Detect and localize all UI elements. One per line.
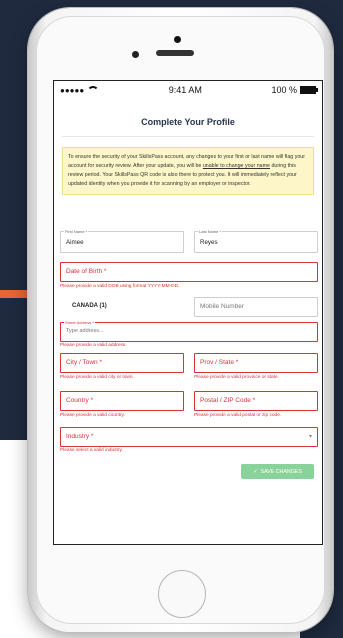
status-bar: ●●●●● 9:41 AM 100 % xyxy=(54,81,322,99)
postal-code-error: Please provide a valid postal or zip cod… xyxy=(194,413,282,418)
security-notice: To ensure the security of your SkillsPas… xyxy=(62,147,314,195)
mobile-number-field[interactable]: Mobile Number xyxy=(194,297,318,317)
first-name-value: Aimee xyxy=(66,239,84,246)
signal-icon: ●●●●● xyxy=(60,85,85,95)
street-address-error: Please provide a valid address. xyxy=(60,343,127,348)
street-address-placeholder: Type address... xyxy=(66,328,104,334)
sensor-icon xyxy=(132,51,139,58)
checkmark-icon: ✓ xyxy=(253,468,258,475)
first-name-label: First Name * xyxy=(64,229,89,234)
industry-placeholder: Industry * xyxy=(66,433,94,440)
battery-icon xyxy=(299,86,318,94)
dob-placeholder: Date of Birth * xyxy=(66,268,107,275)
home-button[interactable] xyxy=(158,570,206,618)
street-address-field[interactable]: Street Address * Type address... xyxy=(60,320,318,342)
postal-code-field[interactable]: Postal / ZIP Code * xyxy=(194,391,318,411)
last-name-value: Reyes xyxy=(200,239,218,246)
chevron-down-icon: ▾ xyxy=(308,434,312,440)
save-changes-button[interactable]: ✓ SAVE CHANGES xyxy=(241,464,314,479)
first-name-field[interactable]: First Name * Aimee xyxy=(60,229,184,253)
country-field[interactable]: Country * xyxy=(60,391,184,411)
industry-select[interactable]: Industry * ▾ xyxy=(60,427,318,447)
save-changes-label: SAVE CHANGES xyxy=(260,468,302,475)
title-divider xyxy=(62,136,314,137)
city-error: Please provide a valid city or town. xyxy=(60,375,134,380)
speaker-grille xyxy=(156,50,194,56)
country-error: Please provide a valid country. xyxy=(60,413,125,418)
country-code-select[interactable]: CANADA (1) xyxy=(72,303,107,309)
prov-state-error: Please provide a valid province or state… xyxy=(194,375,280,380)
wifi-icon xyxy=(87,86,100,94)
phone-screen: ●●●●● 9:41 AM 100 % Complete Your Profil… xyxy=(53,80,323,545)
city-field[interactable]: City / Town * xyxy=(60,353,184,373)
front-camera-icon xyxy=(174,36,181,43)
dob-field[interactable]: Date of Birth * xyxy=(60,262,318,282)
page-title: Complete Your Profile xyxy=(141,117,235,127)
mobile-number-placeholder: Mobile Number xyxy=(200,303,245,310)
last-name-field[interactable]: Last Name * Reyes xyxy=(194,229,318,253)
street-address-label: Street Address * xyxy=(64,320,95,325)
notice-underlined-text: unable to change your name xyxy=(202,163,270,169)
battery-percent: 100 % xyxy=(271,85,297,95)
prov-state-placeholder: Prov / State * xyxy=(200,359,239,366)
industry-error: Please select a valid industry. xyxy=(60,448,123,453)
postal-code-placeholder: Postal / ZIP Code * xyxy=(200,397,256,404)
status-time: 9:41 AM xyxy=(168,85,202,95)
prov-state-field[interactable]: Prov / State * xyxy=(194,353,318,373)
country-placeholder: Country * xyxy=(66,397,94,404)
last-name-label: Last Name * xyxy=(198,229,223,234)
dob-error: Please provide a valid DOB using format … xyxy=(60,284,180,289)
city-placeholder: City / Town * xyxy=(66,359,103,366)
